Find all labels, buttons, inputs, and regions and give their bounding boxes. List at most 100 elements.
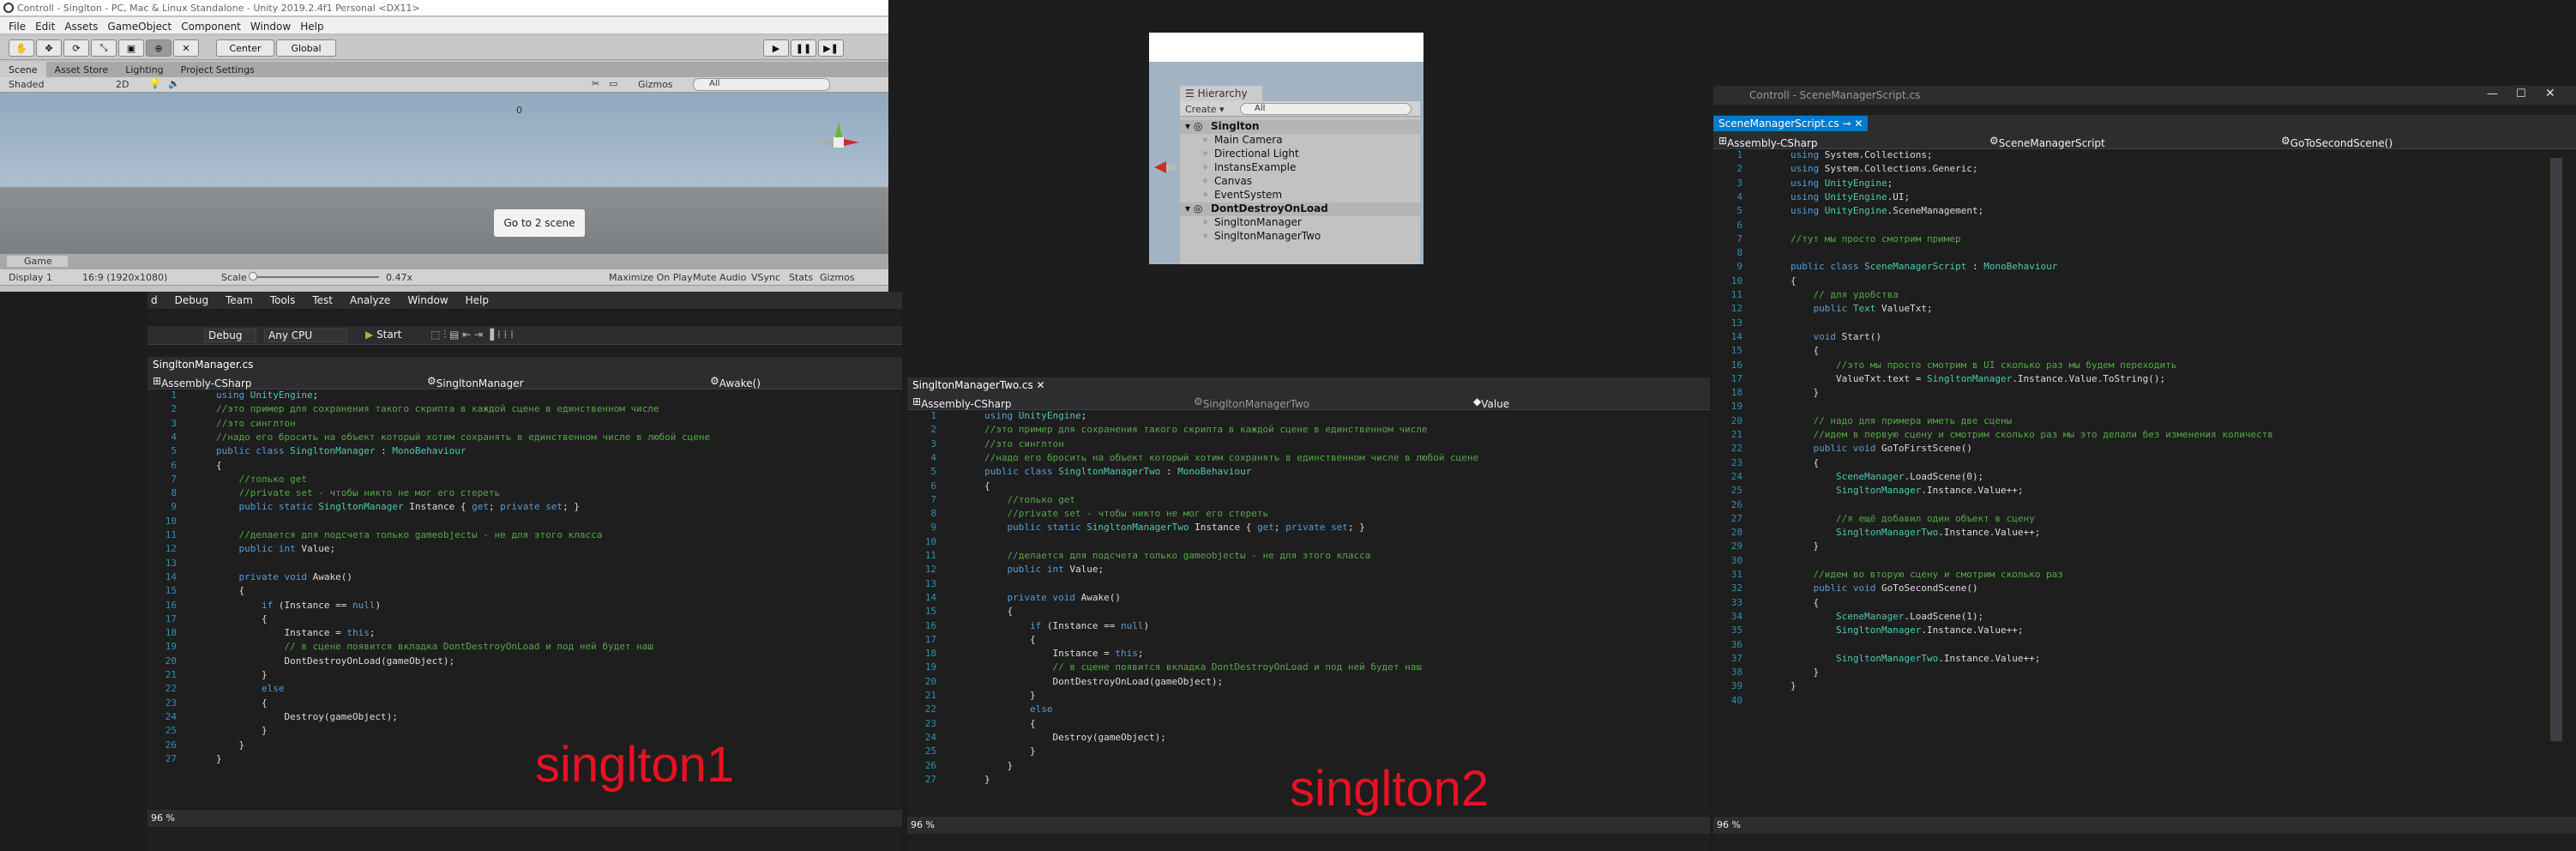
code-line[interactable]: SingltonManagerTwo.Instance.Value++;	[1791, 653, 2040, 664]
code-line[interactable]: {	[984, 718, 1036, 729]
code-line[interactable]: Instance = this;	[984, 648, 1143, 659]
code-line[interactable]: public class SingltonManager : MonoBehav…	[216, 445, 466, 456]
vs3-file-tab[interactable]: SceneManagerScript.cs ⊸ ✕	[1713, 116, 1869, 131]
vsync-toggle[interactable]: VSync	[751, 272, 780, 283]
code-line[interactable]: }	[1791, 667, 1819, 678]
code-line[interactable]: public class SingltonManagerTwo : MonoBe…	[984, 466, 1251, 477]
code-line[interactable]: using UnityEngine;	[984, 410, 1086, 421]
vs1-menu-test[interactable]: Test	[312, 294, 333, 309]
hierarchy-search-input[interactable]: All	[1240, 103, 1411, 115]
transform-tool-icon[interactable]: ⊕	[146, 39, 172, 57]
tools-icon[interactable]: ✂	[592, 78, 599, 89]
tab-lighting[interactable]: Lighting	[117, 62, 172, 77]
vs1-menu-team[interactable]: Team	[226, 294, 253, 309]
vs1-platform-dropdown[interactable]: Any CPU	[264, 329, 348, 342]
code-line[interactable]: void Start()	[1791, 331, 1881, 342]
scene-gizmo-icon[interactable]	[815, 118, 863, 166]
scene-viewport[interactable]: 0 Go to 2 scene	[0, 93, 888, 254]
code-line[interactable]: ValueTxt.text = SingltonManager.Instance…	[1791, 373, 2165, 384]
code-line[interactable]: SceneManager.LoadScene(1);	[1791, 611, 1983, 622]
hierarchy-item-row[interactable]: ◦ SingltonManager	[1180, 216, 1420, 230]
code-line[interactable]: //делается для подсчета только gameobjec…	[216, 529, 603, 540]
rotate-tool-icon[interactable]: ⟳	[63, 39, 89, 57]
play-icon[interactable]: ▶	[763, 39, 789, 57]
code-line[interactable]: //надо его бросить на объект который хот…	[984, 452, 1478, 463]
code-line[interactable]: if (Instance == null)	[216, 600, 381, 611]
code-line[interactable]: {	[1791, 597, 1819, 608]
maximize-icon[interactable]: ☐	[2516, 88, 2526, 100]
code-line[interactable]: {	[216, 697, 268, 709]
vs3-tab-close-icon[interactable]: ✕	[1854, 118, 1863, 130]
resolution-dropdown[interactable]: 16:9 (1920x1080)	[82, 272, 167, 283]
code-line[interactable]: //только get	[984, 494, 1075, 505]
pivot-center-button[interactable]: Center	[216, 39, 274, 57]
menu-window[interactable]: Window	[250, 21, 291, 33]
vs2-class-dropdown[interactable]: ⚙ SingltonManagerTwo	[1194, 395, 1309, 410]
code-line[interactable]: {	[1791, 275, 1797, 287]
code-line[interactable]: if (Instance == null)	[984, 620, 1149, 631]
code-line[interactable]: }	[1791, 680, 1797, 691]
code-line[interactable]: {	[216, 613, 268, 625]
scale-slider-thumb[interactable]	[249, 272, 257, 281]
vs2-member-dropdown[interactable]: ◆ Value	[1473, 395, 1509, 410]
hierarchy-item-row[interactable]: ◦ EventSystem	[1180, 189, 1420, 202]
minimize-icon[interactable]: —	[2487, 88, 2498, 100]
camera-icon[interactable]: ▭	[609, 78, 617, 89]
vs1-menu-item[interactable]: d	[151, 294, 158, 309]
menu-assets[interactable]: Assets	[64, 21, 98, 33]
hand-tool-icon[interactable]: ✋	[9, 39, 34, 57]
code-line[interactable]: using UnityEngine;	[1791, 178, 1893, 189]
code-line[interactable]: using UnityEngine.SceneManagement;	[1791, 205, 1983, 216]
toggle-2d-button[interactable]: 2D	[116, 79, 129, 90]
code-line[interactable]: {	[216, 585, 244, 596]
rect-tool-icon[interactable]: ▣	[118, 39, 144, 57]
vs3-project-dropdown[interactable]: ⊞ Assembly-CSharp	[1718, 135, 1818, 149]
code-line[interactable]: }	[216, 739, 244, 751]
vs1-project-dropdown[interactable]: ⊞ Assembly-CSharp	[153, 375, 252, 389]
hierarchy-item-row[interactable]: ◦ Canvas	[1180, 175, 1420, 189]
code-line[interactable]: Instance = this;	[216, 627, 375, 638]
code-line[interactable]: //private set - чтобы никто не мог его с…	[216, 487, 501, 498]
code-line[interactable]: //private set - чтобы никто не мог его с…	[984, 508, 1269, 519]
code-line[interactable]: }	[984, 760, 1013, 771]
vs1-menu-tools[interactable]: Tools	[270, 294, 296, 309]
stats-toggle[interactable]: Stats	[789, 272, 813, 283]
code-line[interactable]: using UnityEngine.UI;	[1791, 191, 1910, 202]
vs1-menu-help[interactable]: Help	[466, 294, 489, 309]
mute-audio-toggle[interactable]: Mute Audio	[693, 272, 746, 283]
vs1-zoom-level[interactable]: 96 %	[151, 812, 175, 824]
scene-search-input[interactable]: All	[693, 78, 830, 91]
tab-project-settings[interactable]: Project Settings	[172, 62, 263, 77]
code-line[interactable]: //только get	[216, 474, 307, 485]
hierarchy-tab[interactable]: ☰ Hierarchy	[1180, 86, 1262, 101]
vs3-member-dropdown[interactable]: ⚙ GoToSecondScene()	[2281, 135, 2392, 149]
vs1-start-button[interactable]: ▶ Start	[365, 329, 401, 341]
hierarchy-item-row[interactable]: ◦ SingltonManagerTwo	[1180, 230, 1420, 244]
code-line[interactable]: // для удобства	[1791, 289, 1899, 300]
vs1-menu-analyze[interactable]: Analyze	[350, 294, 390, 309]
code-line[interactable]: {	[984, 634, 1036, 645]
step-icon[interactable]: ▶❚	[818, 39, 844, 57]
code-line[interactable]: private void Awake()	[216, 571, 352, 582]
code-line[interactable]: //это пример для сохранения такого скрип…	[984, 424, 1428, 435]
scale-slider[interactable]	[250, 276, 379, 278]
code-line[interactable]: using UnityEngine;	[216, 389, 318, 401]
code-line[interactable]: SceneManager.LoadScene(0);	[1791, 471, 1983, 482]
custom-tool-icon[interactable]: ✕	[173, 39, 199, 57]
code-line[interactable]: {	[1791, 345, 1819, 356]
code-line[interactable]: public class SceneManagerScript : MonoBe…	[1791, 261, 2057, 272]
code-line[interactable]: //идем во вторую сцену и смотрим сколько…	[1791, 569, 2063, 580]
code-line[interactable]: //это синглтон	[984, 438, 1064, 450]
code-line[interactable]: //это мы просто смотрим в UI сколько раз…	[1791, 359, 2176, 371]
code-line[interactable]: // надо для примера иметь две сцены	[1791, 415, 2013, 426]
code-line[interactable]: {	[984, 606, 1013, 617]
code-line[interactable]: SingltonManagerTwo.Instance.Value++;	[1791, 527, 2040, 538]
hierarchy-item-row[interactable]: ◦ Directional Light	[1180, 148, 1420, 161]
hierarchy-scene-row[interactable]: ▾ ◎ Singlton	[1180, 120, 1420, 134]
go-to-scene-2-button[interactable]: Go to 2 scene	[494, 209, 585, 237]
vs3-tab-pin-icon[interactable]: ⊸	[1842, 118, 1851, 130]
code-line[interactable]: }	[984, 690, 1036, 701]
code-line[interactable]: DontDestroyOnLoad(gameObject);	[984, 676, 1223, 687]
vs3-class-dropdown[interactable]: ⚙ SceneManagerScript	[1989, 135, 2105, 149]
code-line[interactable]: //идем в первую сцену и смотрим сколько …	[1791, 429, 2273, 440]
